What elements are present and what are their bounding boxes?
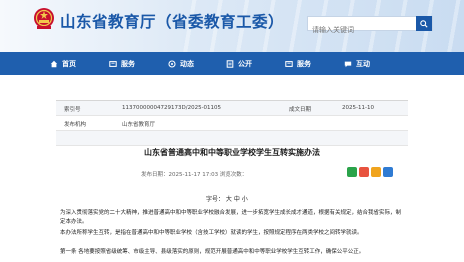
article-paragraph: 第一条 各地要按照省级统筹、市级主导、县级落实的原则，规范开展普通高中和中等职业…: [60, 249, 365, 255]
wechat-share-icon[interactable]: [347, 167, 357, 177]
chat-icon: [344, 61, 352, 67]
main-nav: 首页 服务 动态 公开 服务 互动: [0, 52, 464, 75]
publish-info: 发布日期：2025-11-17 17:03 浏览次数：: [141, 172, 248, 178]
nav-label: 互动: [356, 59, 370, 68]
meta-row: 发布机构 山东省教育厅: [56, 116, 408, 131]
home-icon: [50, 60, 58, 67]
nav-item-public[interactable]: 公开: [226, 52, 252, 75]
article-title: 山东省普通高中和中等职业学校学生互转实施办法: [144, 148, 320, 157]
nav-item-interact[interactable]: 互动: [344, 52, 370, 75]
search-button[interactable]: [416, 16, 432, 31]
nav-item-service-2[interactable]: 服务: [285, 52, 311, 75]
meta-row: 索引号 11370000004729173D/2025-01105 成文日期 2…: [56, 101, 408, 116]
font-size-switcher[interactable]: 字号： 大 中 小: [206, 194, 248, 203]
meta-value: 2025-11-10: [342, 105, 374, 111]
article-paragraph: 为深入贯彻落实党的二十大精神，推进普通高中和中等职业学校融合发展，进一步拓宽学生…: [60, 210, 402, 225]
share-bar: [347, 167, 393, 177]
weibo-share-icon[interactable]: [359, 167, 369, 177]
search-box: [307, 16, 433, 37]
nav-item-home[interactable]: 首页: [50, 52, 76, 75]
meta-row: [56, 131, 408, 146]
qq-share-icon[interactable]: [383, 167, 393, 177]
document-meta-table: 索引号 11370000004729173D/2025-01105 成文日期 2…: [56, 100, 408, 146]
meta-key: 索引号: [64, 107, 81, 113]
meta-value: 山东省教育厅: [122, 122, 156, 128]
search-icon: [420, 19, 428, 28]
qzone-share-icon[interactable]: [371, 167, 381, 177]
meta-value: 11370000004729173D/2025-01105: [122, 105, 222, 111]
nav-label: 动态: [180, 59, 194, 68]
nav-label: 服务: [121, 59, 135, 68]
nav-label: 首页: [62, 59, 76, 68]
nav-label: 服务: [297, 59, 311, 68]
news-icon: [168, 59, 176, 68]
meta-key: 成文日期: [289, 107, 312, 113]
nav-label: 公开: [238, 59, 252, 68]
national-emblem-icon: [34, 8, 54, 29]
meta-key: 发布机构: [64, 122, 87, 128]
search-input[interactable]: [308, 23, 412, 37]
article-paragraph: 本办法所称学生互转，是指在普通高中和中等职业学校（含技工学校）就读的学生，按照规…: [60, 230, 363, 236]
nav-item-news[interactable]: 动态: [168, 52, 194, 75]
site-title[interactable]: 山东省教育厅（省委教育工委）: [60, 10, 284, 32]
service-icon: [109, 60, 117, 67]
nav-item-service[interactable]: 服务: [109, 52, 135, 75]
service-icon: [285, 60, 293, 67]
site-header: 山东省教育厅（省委教育工委）: [0, 0, 464, 52]
public-icon: [226, 59, 234, 68]
